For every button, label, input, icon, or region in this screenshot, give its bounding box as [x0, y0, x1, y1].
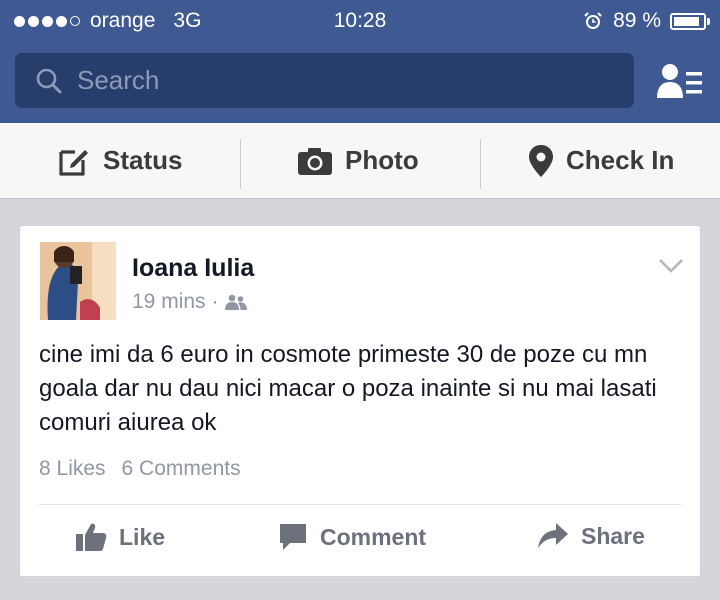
divider [240, 139, 241, 189]
status-right: 89 % [583, 9, 710, 33]
check-in-button[interactable]: Check In [528, 123, 674, 198]
friend-requests-icon[interactable] [656, 62, 704, 100]
photo-button[interactable]: Photo [297, 123, 419, 198]
post-meta: 19 mins · [132, 290, 247, 314]
chevron-down-icon[interactable] [658, 258, 684, 274]
alarm-icon [584, 12, 602, 29]
search-input[interactable]: Search [15, 53, 634, 108]
battery-fill [674, 16, 699, 26]
divider [480, 139, 481, 189]
comments-count[interactable]: 6 Comments [122, 457, 241, 480]
post-counts: 8 Likes 6 Comments [39, 457, 241, 481]
status-label: Status [103, 145, 183, 175]
divider [39, 504, 681, 505]
composer-bar: Status Photo Check In [0, 123, 720, 199]
like-button[interactable]: Like [75, 522, 165, 552]
share-icon [538, 523, 568, 548]
battery-icon [670, 12, 710, 30]
post-author[interactable]: Ioana Iulia [132, 254, 254, 283]
camera-icon [298, 147, 332, 175]
comment-label: Comment [320, 523, 427, 550]
location-pin-icon [529, 144, 553, 177]
edit-icon [59, 149, 88, 176]
top-bar: orange 3G 10:28 89 % Search [0, 0, 720, 123]
likes-count[interactable]: 8 Likes [39, 457, 106, 480]
status-button[interactable]: Status [57, 123, 182, 198]
search-placeholder: Search [77, 65, 160, 95]
share-button[interactable]: Share [537, 522, 645, 550]
check-in-label: Check In [566, 145, 675, 175]
avatar[interactable] [40, 242, 116, 320]
search-icon [36, 68, 62, 93]
meta-separator: · [211, 290, 219, 313]
comment-button[interactable]: Comment [278, 522, 426, 552]
post-text: cine imi da 6 euro in cosmote primeste 3… [39, 341, 657, 436]
thumbs-up-icon [76, 523, 107, 551]
profile-photo [40, 242, 116, 320]
friends-icon [224, 294, 247, 310]
status-bar: orange 3G 10:28 89 % [0, 0, 720, 42]
post-time[interactable]: 19 mins [132, 290, 206, 314]
post-card: Ioana Iulia 19 mins · cine imi da 6 euro… [19, 225, 701, 577]
share-label: Share [581, 522, 645, 549]
battery-percent: 89 % [613, 9, 661, 32]
like-label: Like [119, 523, 166, 550]
comment-icon [280, 524, 306, 550]
photo-label: Photo [345, 145, 419, 175]
